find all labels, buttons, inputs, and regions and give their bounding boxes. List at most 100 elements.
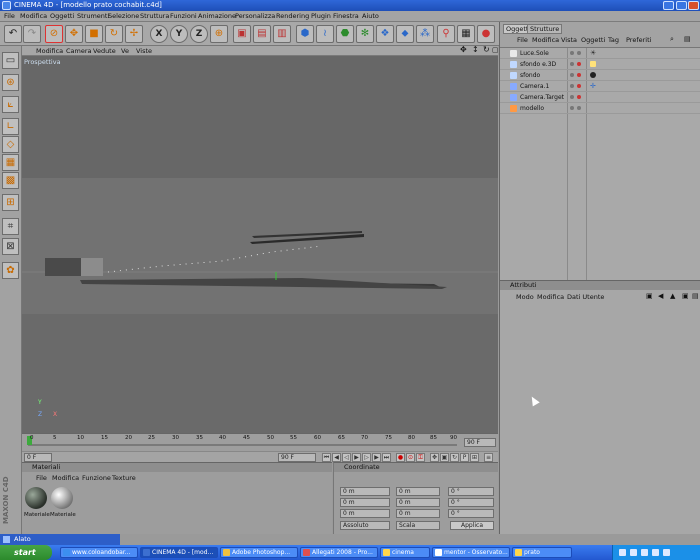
minimize-button[interactable] bbox=[663, 1, 674, 10]
autokey-icon[interactable]: ⊙ bbox=[406, 453, 415, 462]
material-ball-dark[interactable] bbox=[25, 487, 47, 509]
alato-window-bar[interactable]: Alato bbox=[0, 534, 120, 545]
material-menu-funzione[interactable]: Funzione bbox=[82, 474, 111, 482]
visibility-dot[interactable] bbox=[570, 84, 574, 88]
object-tool-icon[interactable]: ⊛ bbox=[2, 74, 19, 91]
texture-tool-icon[interactable]: ▩ bbox=[2, 172, 19, 189]
menu-animazione[interactable]: Animazione bbox=[198, 12, 236, 20]
menu-finestra[interactable]: Finestra bbox=[333, 12, 359, 20]
material-menu-file[interactable]: File bbox=[36, 474, 47, 482]
rotate-view-icon[interactable]: ↻ bbox=[483, 45, 490, 54]
perspective-viewport[interactable]: Prospettiva Y Z X bbox=[22, 56, 498, 433]
position-y-field[interactable]: 0 m bbox=[340, 498, 390, 507]
tag-icon[interactable]: ☀ bbox=[590, 49, 596, 57]
objmenu-vista[interactable]: Vista bbox=[561, 36, 577, 44]
position-z-field[interactable]: 0 m bbox=[340, 509, 390, 518]
objmenu-options-icon[interactable]: ▤ bbox=[684, 35, 691, 43]
material-menu-modifica[interactable]: Modifica bbox=[52, 474, 79, 482]
deformer-icon[interactable]: ❖ bbox=[376, 25, 394, 43]
menu-oggetti[interactable]: Oggetti bbox=[50, 12, 74, 20]
objmenu-search-icon[interactable]: ⌕ bbox=[670, 35, 674, 44]
end-frame-field[interactable]: 90 F bbox=[278, 453, 316, 462]
x-axis-lock-icon[interactable]: X bbox=[150, 25, 168, 43]
menu-plugin[interactable]: Plugin bbox=[311, 12, 331, 20]
grid-snap-icon[interactable]: ⌗ bbox=[2, 218, 19, 235]
render-dot[interactable] bbox=[577, 95, 581, 99]
use-edges-tool-icon[interactable]: ◇ bbox=[2, 136, 19, 153]
current-frame-field[interactable]: 0 F bbox=[24, 453, 52, 462]
object-row[interactable]: modello bbox=[500, 103, 700, 114]
zoom-view-icon[interactable]: ↕ bbox=[472, 45, 479, 54]
objmenu-tag[interactable]: Tag bbox=[608, 36, 619, 44]
visibility-dot[interactable] bbox=[570, 62, 574, 66]
pla-key-icon[interactable]: ⊞ bbox=[470, 453, 479, 462]
attr-forward-icon[interactable]: ▲ bbox=[670, 292, 675, 300]
visibility-dot[interactable] bbox=[570, 73, 574, 77]
size-x-field[interactable]: 0 m bbox=[396, 487, 440, 496]
z-axis-lock-icon[interactable]: Z bbox=[190, 25, 208, 43]
maximize-view-icon[interactable]: ▢ bbox=[492, 46, 499, 54]
visibility-dot[interactable] bbox=[570, 106, 574, 110]
object-row[interactable]: Luce.Sole ☀ bbox=[500, 48, 700, 59]
move-tool-icon[interactable]: ✥ bbox=[65, 25, 83, 43]
render-dot[interactable] bbox=[577, 51, 581, 55]
rotation-h-field[interactable]: 0 ° bbox=[448, 487, 494, 496]
environment-icon[interactable]: ⬥ bbox=[396, 25, 414, 43]
rotation-p-field[interactable]: 0 ° bbox=[448, 498, 494, 507]
object-row[interactable]: sfondo bbox=[500, 70, 700, 81]
tweak-mode-icon[interactable]: ✿ bbox=[2, 262, 19, 279]
menu-file[interactable]: File bbox=[4, 12, 15, 20]
render-dot[interactable] bbox=[577, 62, 581, 66]
camera-light-icon[interactable]: ⁂ bbox=[416, 25, 434, 43]
viewport-menu-ve[interactable]: Ve bbox=[121, 47, 129, 55]
coordinate-system-icon[interactable]: ⊕ bbox=[210, 25, 228, 43]
prev-frame-icon[interactable]: ◁ bbox=[342, 453, 351, 462]
object-row[interactable]: Camera.Target bbox=[500, 92, 700, 103]
taskbar-item[interactable]: www.coloandobar... bbox=[60, 547, 138, 558]
timeline[interactable]: 0 5 10 15 20 25 30 35 40 45 50 55 60 65 … bbox=[22, 433, 498, 451]
menu-modifica[interactable]: Modifica bbox=[20, 12, 47, 20]
objmenu-file[interactable]: File bbox=[517, 36, 528, 44]
viewport-menu-vedute[interactable]: Vedute bbox=[93, 47, 116, 55]
taskbar-item[interactable]: cinema bbox=[380, 547, 430, 558]
render-dot[interactable] bbox=[577, 106, 581, 110]
material-tag-icon[interactable] bbox=[590, 72, 596, 78]
size-z-field[interactable]: 0 m bbox=[396, 509, 440, 518]
objmenu-oggetti[interactable]: Oggetti bbox=[581, 36, 605, 44]
position-x-field[interactable]: 0 m bbox=[340, 487, 390, 496]
tray-app-icon[interactable] bbox=[652, 549, 659, 556]
array-icon[interactable]: ✻ bbox=[356, 25, 374, 43]
material-menu-texture[interactable]: Texture bbox=[112, 474, 136, 482]
go-to-start-icon[interactable]: ⏮ bbox=[322, 453, 331, 462]
objmenu-modifica[interactable]: Modifica bbox=[532, 36, 559, 44]
tray-messenger-icon[interactable] bbox=[663, 549, 670, 556]
menu-rendering[interactable]: Rendering bbox=[276, 12, 309, 20]
select-tool-icon[interactable]: ⊘ bbox=[45, 25, 63, 43]
viewport-menu-camera[interactable]: Camera bbox=[66, 47, 92, 55]
play-icon[interactable]: ▶ bbox=[352, 453, 361, 462]
timeline-end-field[interactable]: 90 F bbox=[464, 438, 496, 447]
go-to-end-icon[interactable]: ⏭ bbox=[382, 453, 391, 462]
objmenu-preferiti[interactable]: Preferiti bbox=[626, 36, 651, 44]
start-button[interactable]: start bbox=[0, 545, 52, 560]
visibility-dot[interactable] bbox=[570, 95, 574, 99]
texture-axis-icon[interactable]: ⊞ bbox=[2, 194, 19, 211]
menu-funzioni[interactable]: Funzioni bbox=[170, 12, 197, 20]
render-picture-viewer-icon[interactable]: ▤ bbox=[253, 25, 271, 43]
attr-back-icon[interactable]: ◀ bbox=[658, 292, 663, 300]
key-selection-icon[interactable]: ⚿ bbox=[416, 453, 425, 462]
attr-lock-icon[interactable]: ▣ bbox=[646, 292, 653, 300]
target-tag-icon[interactable]: ✛ bbox=[590, 82, 596, 90]
tag-icon[interactable] bbox=[590, 61, 596, 67]
timeline-menu-icon[interactable]: ≡ bbox=[484, 453, 493, 462]
pos-key-icon[interactable]: ✥ bbox=[430, 453, 439, 462]
size-y-field[interactable]: 0 m bbox=[396, 498, 440, 507]
use-model-tool-icon[interactable]: ▭ bbox=[2, 52, 19, 69]
attrmenu-modo[interactable]: Modo bbox=[516, 293, 534, 301]
layout-switch-icon[interactable]: ● bbox=[477, 25, 495, 43]
nurbs-icon[interactable]: ⬣ bbox=[336, 25, 354, 43]
material-tag-icon[interactable]: ⚲ bbox=[437, 25, 455, 43]
redo-icon[interactable]: ↷ bbox=[23, 25, 41, 43]
viewport-menu-modifica[interactable]: Modifica bbox=[36, 47, 63, 55]
render-dot[interactable] bbox=[577, 84, 581, 88]
